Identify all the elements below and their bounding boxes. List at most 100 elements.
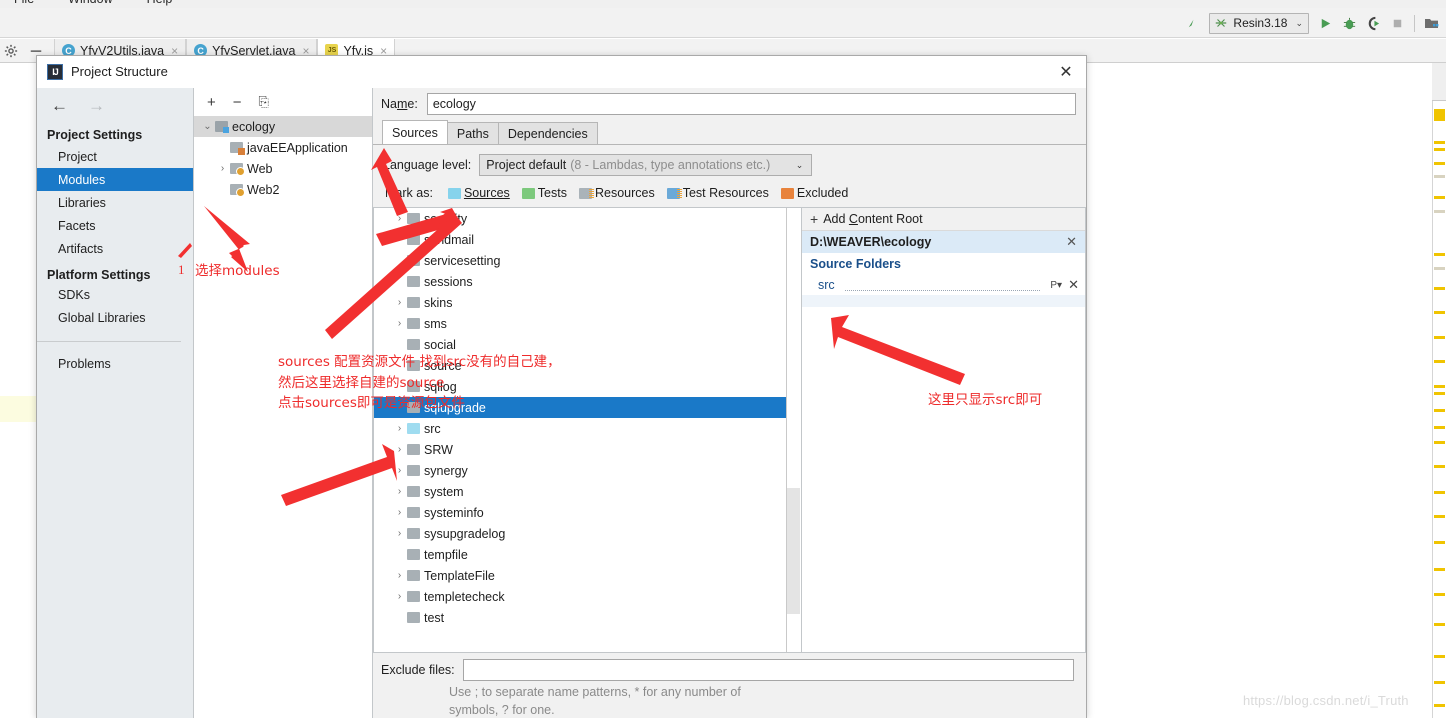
settings-gear-icon[interactable] <box>4 44 18 58</box>
sidebar-item-global-libraries[interactable]: Global Libraries <box>37 306 193 329</box>
mark-as-sources-button[interactable]: Sources <box>447 186 510 200</box>
tree-row[interactable]: › sms <box>374 313 801 334</box>
run-configuration-selector[interactable]: Resin3.18 ⌄ <box>1209 12 1309 34</box>
marker[interactable] <box>1434 385 1445 388</box>
marker[interactable] <box>1434 541 1445 544</box>
marker[interactable] <box>1434 704 1445 707</box>
chevron-right-icon[interactable]: › <box>392 297 407 308</box>
remove-module-button[interactable]: − <box>233 94 242 111</box>
remove-source-folder-icon[interactable]: ✕ <box>1068 277 1079 293</box>
language-level-select[interactable]: Project default (8 - Lambdas, type annot… <box>479 154 813 176</box>
sidebar-item-problems[interactable]: Problems <box>37 352 193 375</box>
marker[interactable] <box>1434 196 1445 199</box>
marker[interactable] <box>1434 287 1445 290</box>
marker[interactable] <box>1434 465 1445 468</box>
marker[interactable] <box>1434 441 1445 444</box>
mark-as-tests-button[interactable]: Tests <box>521 186 567 200</box>
marker[interactable] <box>1434 426 1445 429</box>
menu-help[interactable]: Help <box>147 0 173 6</box>
marker[interactable] <box>1434 210 1445 213</box>
tree-row[interactable]: › systeminfo <box>374 502 801 523</box>
tree-row[interactable]: sqllog <box>374 376 801 397</box>
chevron-right-icon[interactable]: › <box>392 570 407 581</box>
module-row-javaeeapplication[interactable]: javaEEApplication <box>194 137 372 158</box>
tree-row[interactable]: › sqlupgrade <box>374 397 801 418</box>
marker[interactable] <box>1434 568 1445 571</box>
chevron-right-icon[interactable]: › <box>392 402 407 413</box>
module-name-input[interactable]: ecology <box>426 93 1076 115</box>
add-content-root-button[interactable]: + Add Content Root <box>802 208 1085 231</box>
tree-row[interactable]: › synergy <box>374 460 801 481</box>
menu-file[interactable]: File <box>14 0 34 6</box>
tree-row[interactable]: sendmail <box>374 229 801 250</box>
marker[interactable] <box>1434 267 1445 270</box>
module-row-web[interactable]: › Web <box>194 158 372 179</box>
tab-paths[interactable]: Paths <box>446 122 499 144</box>
marker[interactable] <box>1434 360 1445 363</box>
marker[interactable] <box>1434 392 1445 395</box>
mark-as-test-resources-button[interactable]: Test Resources <box>666 186 769 200</box>
chevron-right-icon[interactable]: › <box>392 213 407 224</box>
chevron-right-icon[interactable]: › <box>392 486 407 497</box>
tree-row[interactable]: › TemplateFile <box>374 565 801 586</box>
chevron-right-icon[interactable]: › <box>392 465 407 476</box>
marker[interactable] <box>1434 148 1445 151</box>
marker[interactable] <box>1434 681 1445 684</box>
exclude-files-input[interactable] <box>462 658 1074 681</box>
marker[interactable] <box>1434 175 1445 178</box>
sidebar-item-facets[interactable]: Facets <box>37 214 193 237</box>
marker[interactable] <box>1434 109 1445 121</box>
tree-row[interactable]: › SRW <box>374 439 801 460</box>
chevron-right-icon[interactable]: › <box>392 318 407 329</box>
sidebar-item-sdks[interactable]: SDKs <box>37 283 193 306</box>
tree-row[interactable]: social <box>374 334 801 355</box>
marker[interactable] <box>1434 253 1445 256</box>
tree-row[interactable]: › sysupgradelog <box>374 523 801 544</box>
chevron-down-icon[interactable]: ⌄ <box>796 160 804 171</box>
chevron-right-icon[interactable]: › <box>392 507 407 518</box>
chevron-right-icon[interactable]: › <box>215 163 230 174</box>
project-structure-icon[interactable] <box>1424 15 1440 31</box>
sidebar-item-modules[interactable]: Modules <box>37 168 193 191</box>
marker[interactable] <box>1434 491 1445 494</box>
mark-as-resources-button[interactable]: Resources <box>578 186 655 200</box>
tree-row[interactable]: › templetecheck <box>374 586 801 607</box>
tree-row[interactable]: test <box>374 607 801 628</box>
marker[interactable] <box>1434 515 1445 518</box>
marker[interactable] <box>1434 162 1445 165</box>
back-arrow-icon[interactable]: ← <box>51 97 68 114</box>
tree-row[interactable]: › system <box>374 481 801 502</box>
module-row-web2[interactable]: Web2 <box>194 179 372 200</box>
remove-content-root-icon[interactable]: ✕ <box>1066 234 1077 250</box>
tree-row[interactable]: › src <box>374 418 801 439</box>
copy-module-icon[interactable]: ⎘ <box>259 94 269 110</box>
marker[interactable] <box>1434 336 1445 339</box>
ide-menu-items[interactable]: File Window Help <box>14 0 206 6</box>
tree-scrollbar[interactable] <box>786 208 801 652</box>
tree-row[interactable]: sessions <box>374 271 801 292</box>
source-folder-row-src[interactable]: src P▾ ✕ <box>802 275 1085 295</box>
chevron-right-icon[interactable]: › <box>392 444 407 455</box>
debug-icon[interactable] <box>1342 16 1357 31</box>
tree-row[interactable]: › skins <box>374 292 801 313</box>
chevron-right-icon[interactable]: › <box>392 591 407 602</box>
marker[interactable] <box>1434 593 1445 596</box>
chevron-down-icon[interactable]: ⌄ <box>1295 18 1303 29</box>
module-row-ecology[interactable]: ⌄ ecology <box>194 116 372 137</box>
tab-dependencies[interactable]: Dependencies <box>497 122 598 144</box>
menu-window[interactable]: Window <box>68 0 112 6</box>
marker[interactable] <box>1434 141 1445 144</box>
run-coverage-icon[interactable] <box>1366 16 1381 31</box>
marker[interactable] <box>1434 655 1445 658</box>
run-icon[interactable] <box>1318 16 1333 31</box>
content-root-row[interactable]: D:\WEAVER\ecology ✕ <box>802 231 1085 253</box>
forward-arrow-icon[interactable]: → <box>88 97 105 114</box>
tree-row[interactable]: › security <box>374 208 801 229</box>
up-arrow-icon[interactable] <box>1185 16 1200 31</box>
tree-row[interactable]: source <box>374 355 801 376</box>
stop-icon[interactable] <box>1390 16 1405 31</box>
sidebar-item-libraries[interactable]: Libraries <box>37 191 193 214</box>
editor-marker-strip[interactable] <box>1432 63 1446 718</box>
chevron-right-icon[interactable]: › <box>392 423 407 434</box>
add-module-button[interactable]: + <box>207 94 216 111</box>
